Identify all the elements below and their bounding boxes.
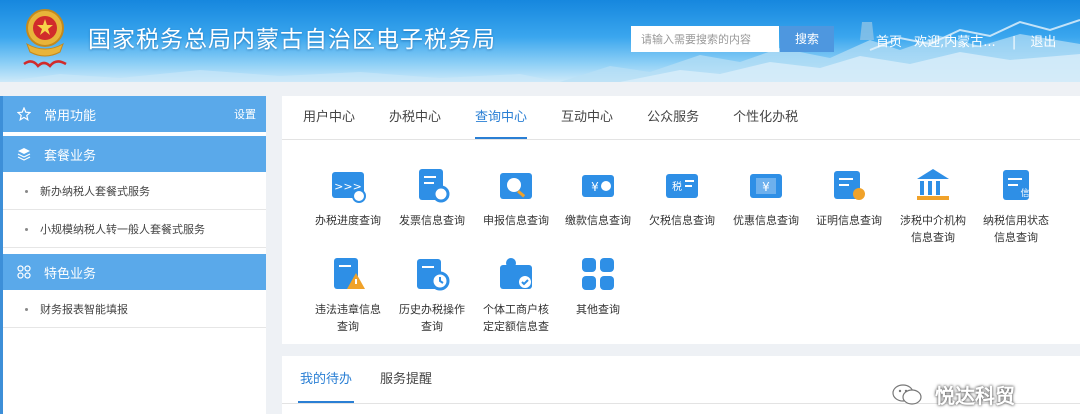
logout-link[interactable]: 退出 [1030,31,1056,50]
sidebar-scroll-stripe [0,96,3,414]
query-tile-label: 个体工商户核 定定额信息查 [474,301,558,335]
declaration-query-icon [497,166,535,204]
grid-icon [16,264,32,280]
star-outline-icon [16,106,32,122]
violation-query-icon [329,255,367,293]
query-tile-label: 证明信息查询 [807,212,891,229]
other-query-icon [579,255,617,293]
query-tile[interactable]: 涉税中介机构 信息查询 [891,166,975,246]
query-tile-label-line1: 其他查询 [576,303,620,316]
query-tile-label: 优惠信息查询 [724,212,808,229]
query-tile-label-line2: 查询 [421,320,443,333]
home-link[interactable]: 首页 [876,31,902,50]
query-tile-label: 申报信息查询 [474,212,558,229]
query-tile[interactable]: ¥ 缴款信息查询 [556,166,640,229]
svg-text:¥: ¥ [591,180,599,194]
sidebar-head-package[interactable]: 套餐业务 [0,136,266,172]
query-tile-label: 其他查询 [556,301,640,318]
tab-public-service[interactable]: 公众服务 [647,97,699,139]
query-tile-label: 纳税信用状态 信息查询 [974,212,1058,246]
query-tile-label: 发票信息查询 [390,212,474,229]
query-tile-label: 涉税中介机构 信息查询 [891,212,975,246]
query-tile[interactable]: 历史办税操作 查询 [390,255,474,335]
credit-status-icon: 信 [997,166,1035,204]
tab-personalized[interactable]: 个性化办税 [733,97,798,139]
query-tile-label-line2: 信息查询 [911,231,955,244]
sidebar-item-new-taxpayer[interactable]: 新办纳税人套餐式服务 [0,172,266,210]
sidebar-item-financial-report[interactable]: 财务报表智能填报 [0,290,266,328]
query-tile-label-line1: 发票信息查询 [399,214,465,227]
tab-user-center[interactable]: 用户中心 [303,97,355,139]
tax-arrears-query-icon: 税 [663,166,701,204]
query-tile-label-line1: 申报信息查询 [483,214,549,227]
query-tile-label-line1: 欠税信息查询 [649,214,715,227]
tab-query-center[interactable]: 查询中心 [475,97,528,139]
link-separator: | [1011,35,1017,50]
sidebar-head-special[interactable]: 特色业务 [0,254,266,290]
sidebar-item-small-to-general[interactable]: 小规模纳税人转一般人套餐式服务 [0,210,266,248]
query-tile-label-line1: 涉税中介机构 [900,214,966,227]
progress-query-icon: >>> [329,166,367,204]
query-tile-label-line1: 证明信息查询 [816,214,882,227]
query-tile[interactable]: 发票信息查询 [390,166,474,229]
sidebar-head-common[interactable]: 常用功能 设置 [0,96,266,132]
welcome-user[interactable]: 欢迎,内蒙古... [914,31,996,50]
layers-icon [16,146,32,162]
agency-query-icon [914,166,952,204]
watermark: 悦达科贸 [892,380,1015,411]
query-tile-label-line2: 信息查询 [994,231,1038,244]
tab-tax-center[interactable]: 办税中心 [389,97,441,139]
query-tile-label-line1: 历史办税操作 [399,303,465,316]
watermark-text: 悦达科贸 [934,384,1015,408]
main-tabs: 用户中心 办税中心 查询中心 互动中心 公众服务 个性化办税 [282,96,1080,140]
certificate-query-icon [830,166,868,204]
query-tile-label: 办税进度查询 [306,212,390,229]
query-tile-label-line1: 办税进度查询 [315,214,381,227]
tax-emblem-logo [23,9,67,68]
query-tile[interactable]: 个体工商户核 定定额信息查 [474,255,558,335]
query-tile-label-line1: 个体工商户核 [483,303,549,316]
query-tile-label-line2: 查询 [337,320,359,333]
top-links: 首页 欢迎,内蒙古... | 退出 [876,31,1056,50]
tab-interaction-center[interactable]: 互动中心 [561,97,613,139]
tab-my-todo[interactable]: 我的待办 [298,357,355,403]
svg-text:税: 税 [672,180,682,193]
wechat-icon [892,384,922,411]
query-tile-label-line1: 缴款信息查询 [565,214,631,227]
query-tile-label-line2: 定定额信息查 [483,320,549,333]
sidebar-head-label: 套餐业务 [44,148,97,164]
site-title: 国家税务总局内蒙古自治区电子税务局 [88,27,496,53]
individual-business-icon [497,255,535,293]
query-tile[interactable]: 证明信息查询 [807,166,891,229]
query-tile[interactable]: 违法违章信息 查询 [306,255,390,335]
query-tile[interactable]: 税欠税信息查询 [640,166,724,229]
query-tile[interactable]: ¥ 优惠信息查询 [724,166,808,229]
query-tile[interactable]: >>> 办税进度查询 [306,166,390,229]
sidebar: 常用功能 设置 套餐业务 新办纳税人套餐式服务 小规模纳税人转一般人套餐式服务 … [0,96,266,414]
settings-link[interactable]: 设置 [234,106,256,122]
query-tile-label: 历史办税操作 查询 [390,301,474,335]
search-button[interactable]: 搜索 [780,26,834,52]
header-banner: 国家税务总局内蒙古自治区电子税务局 搜索 首页 欢迎,内蒙古... | 退出 [0,0,1080,82]
invoice-query-icon [413,166,451,204]
tab-service-reminder[interactable]: 服务提醒 [378,357,434,403]
query-tile[interactable]: 其他查询 [556,255,640,318]
preferential-query-icon: ¥ [747,166,785,204]
svg-text:¥: ¥ [762,180,770,194]
query-tile[interactable]: 信纳税信用状态 信息查询 [974,166,1058,246]
query-tile-label: 欠税信息查询 [640,212,724,229]
query-tile-label-line1: 优惠信息查询 [733,214,799,227]
query-tile-label: 缴款信息查询 [556,212,640,229]
query-tile-label-line1: 纳税信用状态 [983,214,1049,227]
payment-query-icon: ¥ [579,166,617,204]
search-input[interactable] [631,26,779,52]
svg-text:信: 信 [1020,187,1029,199]
query-tile[interactable]: 申报信息查询 [474,166,558,229]
history-query-icon [413,255,451,293]
query-tile-label-line1: 违法违章信息 [315,303,381,316]
sidebar-head-label: 特色业务 [44,266,97,282]
query-tile-label: 违法违章信息 查询 [306,301,390,335]
sidebar-head-label: 常用功能 [44,108,97,124]
